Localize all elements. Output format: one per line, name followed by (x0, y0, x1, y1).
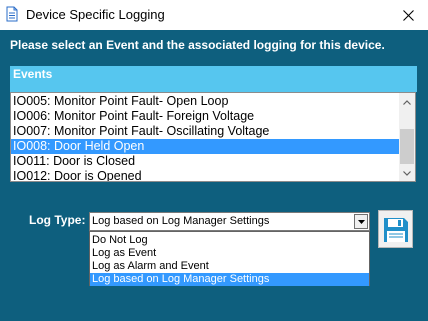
event-list-item[interactable]: IO007: Monitor Point Fault- Oscillating … (11, 124, 401, 139)
log-type-option[interactable]: Log as Event (90, 247, 369, 260)
instruction-text: Please select an Event and the associate… (10, 38, 385, 52)
events-listbox[interactable]: IO005: Monitor Point Fault- Open Loop IO… (10, 92, 416, 182)
chevron-down-icon (357, 219, 365, 224)
scroll-down-button[interactable] (399, 166, 415, 180)
scrollbar-thumb[interactable] (400, 129, 414, 164)
log-type-label: Log Type: (29, 213, 86, 227)
events-header: Events (10, 66, 417, 92)
events-header-label: Events (13, 67, 53, 81)
chevron-down-icon (403, 170, 411, 176)
events-list: IO005: Monitor Point Fault- Open Loop IO… (11, 94, 401, 181)
log-type-dropdown-button[interactable] (354, 214, 368, 229)
log-type-selected-value: Log based on Log Manager Settings (92, 215, 270, 227)
close-icon (402, 9, 414, 21)
title-bar: Device Specific Logging (0, 0, 428, 30)
save-button[interactable] (378, 210, 413, 248)
document-icon (6, 6, 18, 22)
event-list-item[interactable]: IO011: Door is Closed (11, 154, 401, 169)
log-type-option-selected[interactable]: Log based on Log Manager Settings (90, 273, 369, 286)
log-type-dropdown-list: Do Not Log Log as Event Log as Alarm and… (89, 231, 370, 286)
event-list-item[interactable]: IO006: Monitor Point Fault- Foreign Volt… (11, 109, 401, 124)
events-scrollbar[interactable] (399, 93, 415, 181)
log-type-select[interactable]: Log based on Log Manager Settings (89, 212, 370, 231)
event-list-item[interactable]: IO005: Monitor Point Fault- Open Loop (11, 94, 401, 109)
window-title: Device Specific Logging (26, 7, 165, 22)
log-type-option[interactable]: Do Not Log (90, 234, 369, 247)
event-list-item[interactable]: IO012: Door is Opened (11, 169, 401, 181)
log-type-option[interactable]: Log as Alarm and Event (90, 260, 369, 273)
close-button[interactable] (388, 0, 428, 30)
floppy-disk-icon (384, 218, 408, 242)
scroll-up-button[interactable] (399, 95, 415, 109)
chevron-up-icon (403, 99, 411, 105)
dialog-window: Device Specific Logging Please select an… (0, 0, 428, 321)
event-list-item-selected[interactable]: IO008: Door Held Open (11, 139, 401, 154)
